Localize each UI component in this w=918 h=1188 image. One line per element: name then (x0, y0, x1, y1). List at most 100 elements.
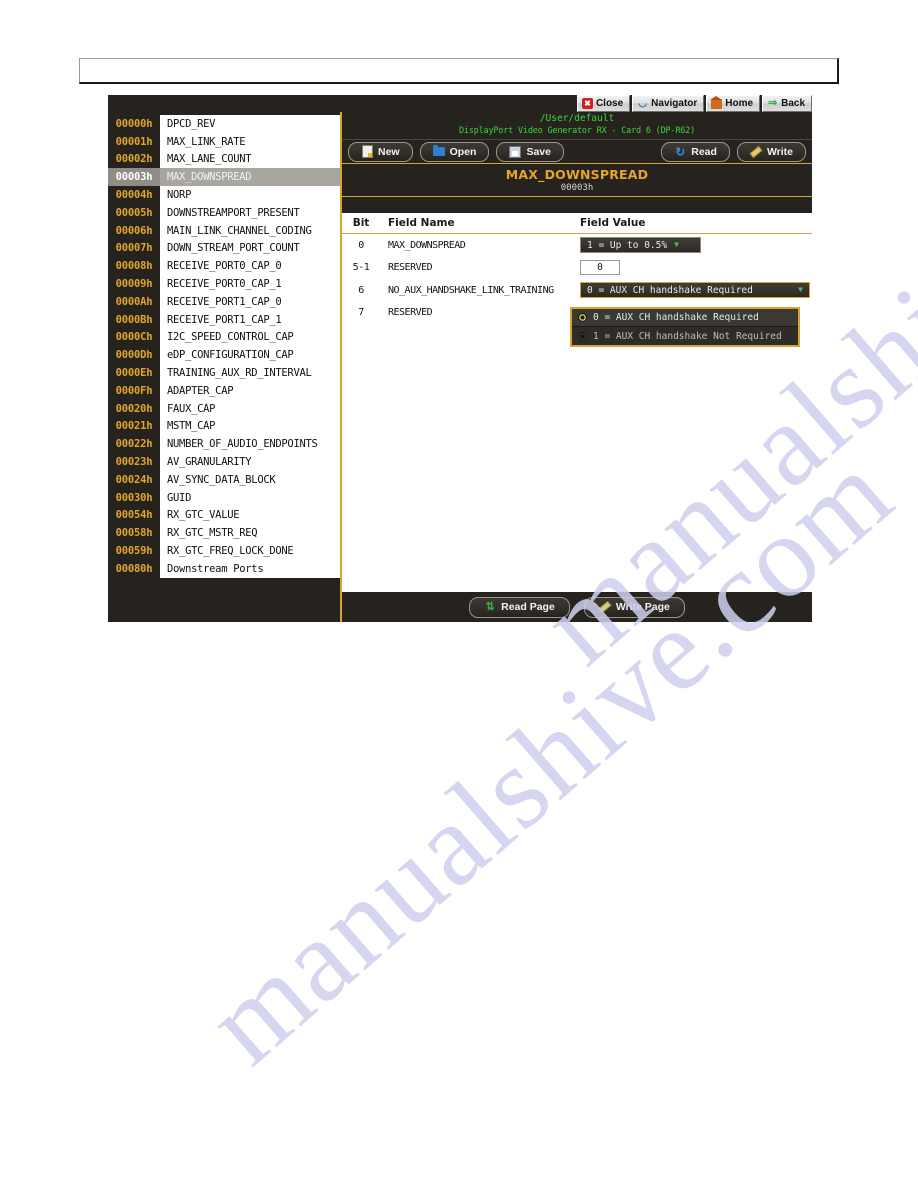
register-list-item[interactable]: 00024h AV_SYNC_DATA_BLOCK (108, 470, 340, 489)
register-list-item[interactable]: 00023h AV_GRANULARITY (108, 453, 340, 471)
navigator-button-label: Navigator (651, 97, 698, 109)
navigator-button[interactable]: ◡ Navigator (632, 95, 705, 112)
register-address-cell: 00080h (108, 559, 160, 578)
page-title: MAX_DOWNSPREAD (505, 167, 649, 182)
back-button[interactable]: ⇒ Back (762, 95, 812, 112)
field-value-dropdown[interactable]: 1 = Up to 0.5% ▼ (580, 237, 701, 254)
register-name-cell: MAX_DOWNSPREAD (160, 168, 340, 187)
close-button[interactable]: ✖ Close (576, 95, 631, 112)
register-address-cell: 0000Dh (108, 346, 160, 365)
register-list-item[interactable]: 00006h MAIN_LINK_CHANNEL_CODING (108, 221, 340, 240)
register-list-item[interactable]: 00003h MAX_DOWNSPREAD (108, 168, 340, 187)
new-document-icon (361, 145, 373, 158)
pencil-icon (598, 600, 612, 614)
register-name-cell: I2C_SPEED_CONTROL_CAP (160, 328, 340, 347)
register-list-item[interactable]: 00008h RECEIVE_PORT0_CAP_0 (108, 257, 340, 276)
field-bit: 5-1 (352, 262, 370, 274)
new-button[interactable]: New (348, 141, 413, 162)
register-address-cell: 00023h (108, 453, 160, 471)
register-list-item[interactable]: 00002h MAX_LANE_COUNT (108, 150, 340, 169)
register-name-cell: AV_SYNC_DATA_BLOCK (160, 470, 340, 489)
field-value-dropdown[interactable]: 0 = AUX CH handshake Required ▼ (580, 282, 810, 299)
register-list-item[interactable]: 00005h DOWNSTREAMPORT_PRESENT (108, 203, 340, 222)
register-list-item[interactable]: 0000Bh RECEIVE_PORT1_CAP_1 (108, 310, 340, 329)
dropdown-option-list[interactable]: 0 = AUX CH handshake Required 1 = AUX CH … (570, 307, 800, 347)
register-name-cell: FAUX_CAP (160, 399, 340, 418)
config-path: /User/default (539, 113, 615, 124)
register-address-cell: 0000Ch (108, 328, 160, 347)
open-button[interactable]: Open (419, 141, 490, 162)
register-list-item[interactable]: 00000h DPCD_REV (108, 115, 340, 133)
save-button[interactable]: Save (496, 141, 564, 162)
register-list-item[interactable]: 00007h DOWN_STREAM_PORT_COUNT (108, 239, 340, 258)
register-address-cell: 00001h (108, 132, 160, 151)
register-address-cell: 0000Eh (108, 364, 160, 382)
register-list-item[interactable]: 0000Fh ADAPTER_CAP (108, 381, 340, 400)
field-value-cell: 0 (572, 260, 812, 276)
register-list-item[interactable]: 0000Dh eDP_CONFIGURATION_CAP (108, 346, 340, 365)
field-value-input[interactable]: 0 (580, 260, 620, 276)
column-header-bit: Bit (352, 217, 370, 229)
radio-icon (578, 331, 587, 341)
register-address-cell: 00006h (108, 221, 160, 240)
field-value-text: 1 = Up to 0.5% (587, 239, 668, 251)
field-bit: 0 (358, 239, 364, 251)
read-button[interactable]: ↻ Read (661, 141, 730, 162)
write-button-label: Write (766, 145, 793, 158)
register-address-cell: 00009h (108, 275, 160, 293)
register-name-cell: MAIN_LINK_CHANNEL_CODING (160, 221, 340, 240)
dropdown-option[interactable]: 1 = AUX CH handshake Not Required (572, 327, 798, 345)
register-address-cell: 00000h (108, 115, 160, 133)
register-address-cell: 00021h (108, 417, 160, 436)
field-value-cell: 1 = Up to 0.5% ▼ (572, 237, 812, 254)
navigator-icon: ◡ (638, 97, 648, 109)
radio-icon (578, 313, 587, 322)
open-folder-icon (432, 145, 445, 158)
register-list-item[interactable]: 0000Ch I2C_SPEED_CONTROL_CAP (108, 328, 340, 347)
register-list-item[interactable]: 00054h RX_GTC_VALUE (108, 506, 340, 525)
field-value-cell: 0 = AUX CH handshake Required ▼ (572, 282, 812, 299)
register-list-item[interactable]: 00080h Downstream Ports (108, 559, 340, 578)
register-address-cell: 00003h (108, 168, 160, 187)
register-list-item[interactable]: 00020h FAUX_CAP (108, 399, 340, 418)
save-button-label: Save (526, 145, 551, 158)
home-button[interactable]: Home (706, 95, 761, 112)
path-status-bar: /User/default DisplayPort Video Generato… (342, 112, 812, 139)
register-address-cell: 00007h (108, 239, 160, 258)
register-title-block: MAX_DOWNSPREAD 00003h (342, 164, 812, 197)
dropdown-option[interactable]: 0 = AUX CH handshake Required (572, 309, 798, 327)
page-action-bar: ⇅ Read Page Write Page (342, 592, 812, 622)
dropdown-option-label: 1 = AUX CH handshake Not Required (593, 330, 782, 342)
register-address-cell: 00058h (108, 524, 160, 543)
register-list-item[interactable]: 00022h NUMBER_OF_AUDIO_ENDPOINTS (108, 435, 340, 454)
register-name-cell: DPCD_REV (160, 115, 340, 133)
chevron-down-icon: ▼ (674, 240, 679, 250)
register-list-item[interactable]: 00030h GUID (108, 488, 340, 507)
register-list-item[interactable]: 00009h RECEIVE_PORT0_CAP_1 (108, 275, 340, 293)
column-header-field-name: Field Name (388, 217, 455, 229)
register-name-cell: RECEIVE_PORT1_CAP_0 (160, 292, 340, 311)
open-button-label: Open (449, 145, 477, 158)
register-list-item[interactable]: 00004h NORP (108, 186, 340, 204)
write-page-button[interactable]: Write Page (583, 596, 685, 618)
register-address-cell: 0000Ah (108, 292, 160, 311)
register-name-cell: eDP_CONFIGURATION_CAP (160, 346, 340, 365)
write-button[interactable]: Write (736, 141, 806, 162)
register-address-cell: 00059h (108, 542, 160, 560)
register-name-cell: RECEIVE_PORT1_CAP_1 (160, 310, 340, 329)
register-list-item[interactable]: 0000Eh TRAINING_AUX_RD_INTERVAL (108, 364, 340, 382)
close-icon: ✖ (581, 98, 593, 109)
home-button-label: Home (725, 97, 754, 109)
register-list-item[interactable]: 00058h RX_GTC_MSTR_REQ (108, 524, 340, 543)
register-address-cell: 00002h (108, 150, 160, 169)
register-list-item[interactable]: 00021h MSTM_CAP (108, 417, 340, 436)
field-value-text: 0 = AUX CH handshake Required (587, 284, 753, 296)
register-name-cell: Downstream Ports (160, 559, 340, 578)
register-list-item[interactable]: 00059h RX_GTC_FREQ_LOCK_DONE (108, 542, 340, 560)
read-page-button[interactable]: ⇅ Read Page (469, 596, 570, 618)
register-list-item[interactable]: 00001h MAX_LINK_RATE (108, 132, 340, 151)
new-button-label: New (378, 145, 400, 158)
register-list: 00000h DPCD_REV 00001h MAX_LINK_RATE 00002h M… (108, 115, 340, 578)
refresh-icon: ↻ (675, 144, 686, 159)
register-list-item[interactable]: 0000Ah RECEIVE_PORT1_CAP_0 (108, 292, 340, 311)
